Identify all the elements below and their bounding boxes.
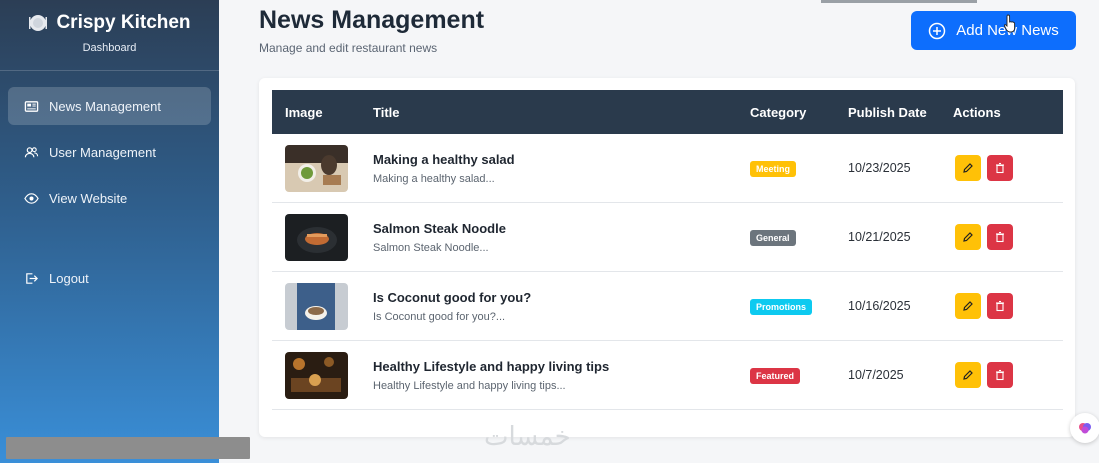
sidebar-item-label: Logout (49, 270, 89, 286)
news-title: Making a healthy salad (373, 152, 515, 167)
table-row: Is Coconut good for you? Is Coconut good… (272, 272, 1063, 341)
news-title: Salmon Steak Noodle (373, 221, 506, 236)
trash-icon (996, 369, 1004, 381)
news-excerpt: Is Coconut good for you?... (373, 311, 506, 323)
column-header-title: Title (373, 105, 400, 120)
news-excerpt: Healthy Lifestyle and happy living tips.… (373, 380, 566, 392)
column-header-actions: Actions (953, 105, 1001, 120)
delete-button[interactable] (987, 224, 1013, 250)
eye-icon (24, 192, 39, 204)
table-row: Healthy Lifestyle and happy living tips … (272, 341, 1063, 410)
delete-button[interactable] (987, 293, 1013, 319)
category-badge: General (750, 230, 796, 246)
publish-date: 10/7/2025 (848, 368, 904, 382)
page-title: News Management (259, 6, 485, 34)
pencil-icon (963, 163, 973, 173)
delete-button[interactable] (987, 362, 1013, 388)
sidebar-item-label: User Management (49, 144, 156, 160)
news-excerpt: Salmon Steak Noodle... (373, 242, 489, 254)
sidebar-item-news-management[interactable]: News Management (8, 87, 211, 125)
logout-icon (26, 272, 38, 284)
trash-icon (996, 300, 1004, 312)
sidebar-divider (0, 70, 219, 71)
news-thumbnail (285, 214, 348, 261)
horizontal-scrollbar[interactable] (6, 437, 250, 459)
column-header-category: Category (750, 105, 807, 120)
plus-circle-icon (928, 22, 946, 39)
table-row: Salmon Steak Noodle Salmon Steak Noodle.… (272, 203, 1063, 272)
brain-icon (1079, 423, 1091, 434)
coconut-photo (285, 283, 348, 330)
news-excerpt: Making a healthy salad... (373, 173, 495, 185)
news-thumbnail (285, 352, 348, 399)
brand: Crispy Kitchen (0, 12, 219, 34)
assistant-widget-button[interactable] (1070, 413, 1099, 443)
restaurant-logo-icon (29, 15, 48, 31)
sidebar-item-view-website[interactable]: View Website (8, 179, 211, 217)
news-thumbnail (285, 283, 348, 330)
edit-button[interactable] (955, 362, 981, 388)
category-badge: Featured (750, 368, 801, 384)
brand-name: Crispy Kitchen (56, 12, 191, 33)
publish-date: 10/16/2025 (848, 299, 911, 313)
sidebar-nav: News Management User Management View Web… (0, 87, 219, 297)
brand-subtitle: Dashboard (82, 42, 137, 54)
news-title: Is Coconut good for you? (373, 290, 532, 305)
mouse-pointer-icon (1004, 14, 1016, 33)
publish-date: 10/21/2025 (848, 230, 911, 244)
newspaper-icon (24, 100, 39, 112)
trash-icon (996, 162, 1004, 174)
pencil-icon (963, 232, 973, 242)
sidebar-item-user-management[interactable]: User Management (8, 133, 211, 171)
page-subtitle: Manage and edit restaurant news (259, 41, 438, 55)
salmon-noodle-photo (285, 214, 348, 261)
trash-icon (996, 231, 1004, 243)
table-header: Image Title Category Publish Date Action… (272, 90, 1063, 134)
news-title: Healthy Lifestyle and happy living tips (373, 359, 610, 374)
news-thumbnail (285, 145, 348, 192)
delete-button[interactable] (987, 155, 1013, 181)
pencil-icon (963, 301, 973, 311)
top-divider-strip (821, 0, 977, 3)
watermark: خمسات (484, 422, 571, 452)
sidebar: Crispy Kitchen Dashboard News Management… (0, 0, 219, 463)
publish-date: 10/23/2025 (848, 161, 911, 175)
category-badge: Meeting (750, 161, 797, 177)
edit-button[interactable] (955, 224, 981, 250)
table-row: Making a healthy salad Making a healthy … (272, 134, 1063, 203)
sidebar-item-label: News Management (49, 98, 161, 114)
sidebar-item-logout[interactable]: Logout (8, 259, 211, 297)
edit-button[interactable] (955, 293, 981, 319)
pencil-icon (963, 370, 973, 380)
edit-button[interactable] (955, 155, 981, 181)
category-badge: Promotions (750, 299, 813, 315)
column-header-publish-date: Publish Date (848, 105, 927, 120)
add-news-button[interactable]: Add New News (911, 11, 1076, 50)
lifestyle-photo (285, 352, 348, 399)
sidebar-item-label: View Website (49, 190, 128, 206)
column-header-image: Image (285, 105, 323, 120)
users-icon (24, 146, 39, 157)
salad-photo (285, 145, 348, 192)
